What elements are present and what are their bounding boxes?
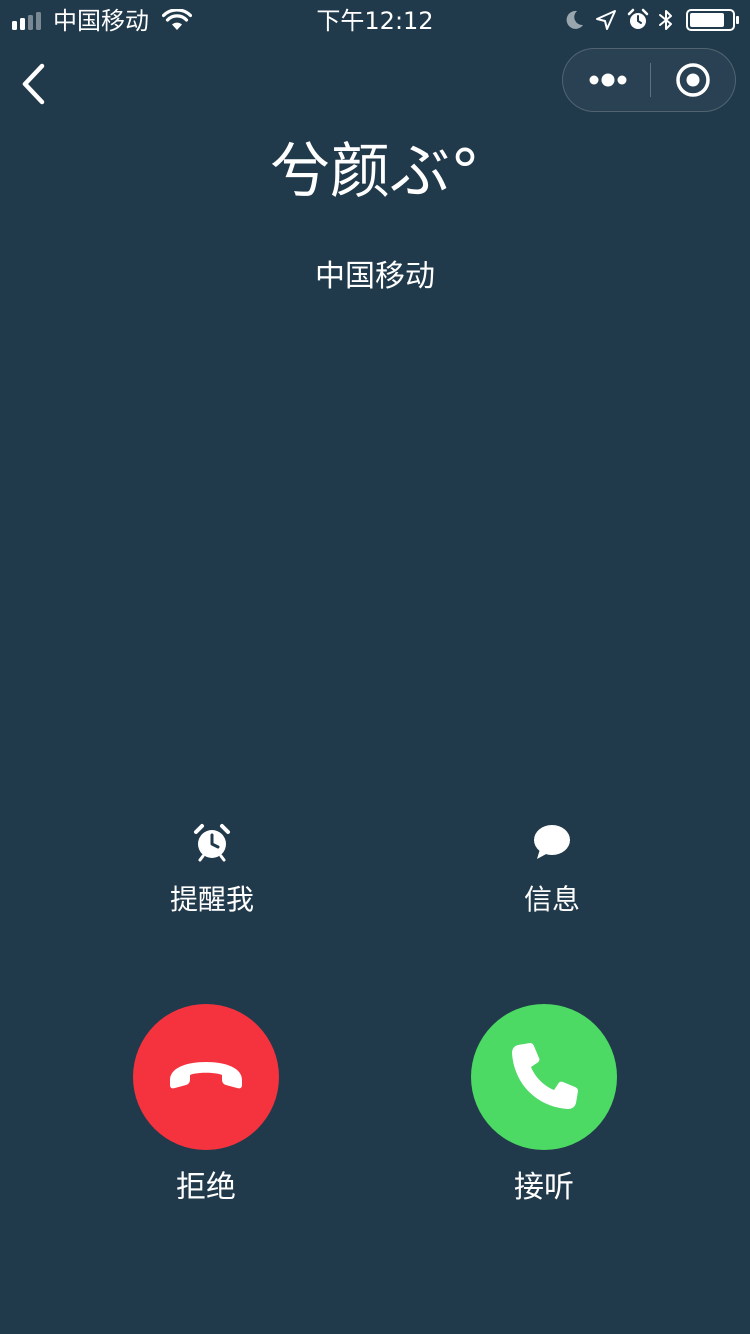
- status-bar: 中国移动 下午12:12: [0, 0, 750, 40]
- incoming-call-screen: 中国移动 下午12:12 兮颜ぶ° 中国移动 提醒我 信息 拒绝 接听: [0, 0, 750, 1334]
- speech-bubble-icon: [534, 825, 570, 859]
- caller-name: 兮颜ぶ°: [270, 137, 480, 207]
- accept-button[interactable]: 接听: [464, 1004, 624, 1214]
- caller-carrier: 中国移动: [315, 259, 435, 294]
- message-label: 信息: [523, 883, 580, 916]
- battery-icon: [686, 9, 739, 31]
- more-button[interactable]: [563, 49, 650, 111]
- alarm-icon: [627, 8, 649, 29]
- remind-me-label: 提醒我: [169, 883, 254, 916]
- alarm-clock-icon: [194, 824, 230, 862]
- remind-me-button[interactable]: 提醒我: [132, 822, 292, 922]
- accept-label: 接听: [514, 1170, 574, 1205]
- location-arrow-icon: [596, 10, 616, 30]
- hang-up-phone-icon: [170, 1062, 242, 1089]
- moon-icon: [566, 10, 583, 29]
- target-circle-icon: [676, 63, 710, 97]
- message-button[interactable]: 信息: [472, 822, 632, 922]
- decline-button[interactable]: 拒绝: [126, 1004, 286, 1214]
- more-dots-icon: [589, 73, 627, 87]
- mini-program-capsule: [562, 48, 736, 112]
- decline-label: 拒绝: [176, 1170, 236, 1205]
- accept-circle[interactable]: [471, 1004, 617, 1150]
- close-mini-program-button[interactable]: [651, 49, 737, 111]
- decline-circle[interactable]: [133, 1004, 279, 1150]
- chevron-left-icon: [22, 63, 45, 105]
- back-button[interactable]: [14, 60, 58, 108]
- phone-icon: [512, 1043, 578, 1109]
- bluetooth-icon: [659, 10, 672, 30]
